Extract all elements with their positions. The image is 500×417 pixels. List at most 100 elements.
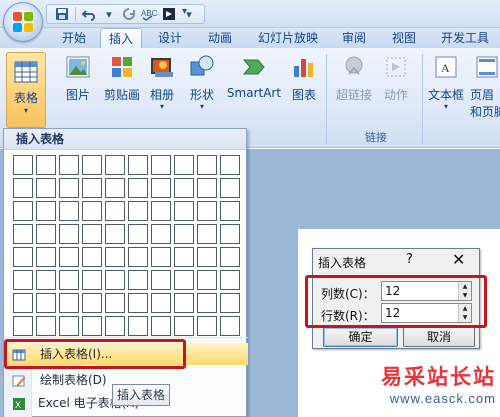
grid-cell[interactable] [197, 178, 217, 198]
table-button[interactable]: 表格 ▾ [6, 52, 46, 128]
grid-cell[interactable] [105, 178, 125, 198]
grid-cell[interactable] [220, 293, 240, 313]
grid-cell[interactable] [36, 293, 56, 313]
grid-cell[interactable] [59, 270, 79, 290]
grid-cell[interactable] [105, 224, 125, 244]
grid-cell[interactable] [220, 316, 240, 336]
grid-cell[interactable] [13, 155, 33, 175]
grid-cell[interactable] [174, 155, 194, 175]
hyperlink-button[interactable]: 超链接 [332, 54, 376, 103]
office-button[interactable] [3, 2, 43, 42]
save-icon[interactable] [53, 6, 71, 22]
grid-cell[interactable] [105, 293, 125, 313]
grid-cell[interactable] [13, 247, 33, 267]
grid-cell[interactable] [82, 316, 102, 336]
grid-cell[interactable] [197, 224, 217, 244]
grid-cell[interactable] [174, 201, 194, 221]
grid-cell[interactable] [174, 293, 194, 313]
grid-cell[interactable] [13, 178, 33, 198]
grid-cell[interactable] [59, 178, 79, 198]
grid-cell[interactable] [174, 178, 194, 198]
grid-cell[interactable] [59, 316, 79, 336]
chart-button[interactable]: 图表 [288, 54, 320, 103]
grid-cell[interactable] [151, 316, 171, 336]
shapes-button[interactable]: 形状 ▾ [186, 54, 218, 111]
grid-cell[interactable] [82, 178, 102, 198]
tab-design[interactable]: 设计 [150, 28, 190, 48]
grid-cell[interactable] [82, 155, 102, 175]
grid-cell[interactable] [59, 247, 79, 267]
grid-cell[interactable] [13, 316, 33, 336]
grid-cell[interactable] [220, 270, 240, 290]
help-button[interactable]: ? [406, 252, 413, 267]
tab-insert[interactable]: 插入 [100, 28, 142, 48]
grid-cell[interactable] [174, 247, 194, 267]
grid-cell[interactable] [59, 224, 79, 244]
grid-cell[interactable] [197, 155, 217, 175]
grid-cell[interactable] [82, 270, 102, 290]
grid-cell[interactable] [105, 201, 125, 221]
textbox-button[interactable]: A 文本框 ▾ [426, 54, 466, 111]
grid-cell[interactable] [36, 316, 56, 336]
grid-cell[interactable] [13, 201, 33, 221]
grid-cell[interactable] [36, 155, 56, 175]
grid-cell[interactable] [151, 247, 171, 267]
grid-cell[interactable] [174, 224, 194, 244]
grid-cell[interactable] [128, 224, 148, 244]
tab-review[interactable]: 审阅 [334, 28, 374, 48]
grid-cell[interactable] [36, 224, 56, 244]
grid-cell[interactable] [220, 155, 240, 175]
customize-qat-icon[interactable]: ▾ [182, 6, 187, 17]
cancel-button[interactable]: 取消 [403, 327, 475, 347]
grid-cell[interactable] [82, 201, 102, 221]
grid-cell[interactable] [174, 316, 194, 336]
grid-cell[interactable] [151, 155, 171, 175]
grid-cell[interactable] [13, 270, 33, 290]
grid-cell[interactable] [105, 316, 125, 336]
grid-cell[interactable] [220, 247, 240, 267]
grid-cell[interactable] [197, 270, 217, 290]
grid-cell[interactable] [197, 293, 217, 313]
grid-cell[interactable] [59, 201, 79, 221]
grid-cell[interactable] [220, 201, 240, 221]
album-button[interactable]: 相册 ▾ [146, 54, 178, 111]
grid-cell[interactable] [105, 270, 125, 290]
grid-cell[interactable] [174, 270, 194, 290]
presentation-icon[interactable] [160, 6, 178, 22]
grid-cell[interactable] [128, 201, 148, 221]
grid-cell[interactable] [151, 293, 171, 313]
grid-cell[interactable] [151, 201, 171, 221]
grid-cell[interactable] [128, 293, 148, 313]
table-size-grid[interactable] [13, 155, 245, 359]
grid-cell[interactable] [82, 224, 102, 244]
clipart-button[interactable]: 剪贴画 [100, 54, 144, 103]
tab-animations[interactable]: 动画 [200, 28, 240, 48]
grid-cell[interactable] [36, 270, 56, 290]
spelling-icon[interactable]: ABC [140, 6, 158, 22]
close-button[interactable]: ✕ [452, 250, 465, 269]
grid-cell[interactable] [36, 178, 56, 198]
header-footer-button[interactable]: 页眉 和页脚 [470, 54, 500, 120]
grid-cell[interactable] [197, 201, 217, 221]
grid-cell[interactable] [151, 178, 171, 198]
tab-view[interactable]: 视图 [384, 28, 424, 48]
undo-icon[interactable] [80, 6, 98, 22]
grid-cell[interactable] [36, 247, 56, 267]
tab-home[interactable]: 开始 [54, 28, 94, 48]
tab-slideshow[interactable]: 幻灯片放映 [252, 28, 324, 48]
grid-cell[interactable] [59, 155, 79, 175]
tab-developer[interactable]: 开发工具 [434, 28, 496, 48]
ok-button[interactable]: 确定 [323, 327, 398, 347]
smartart-button[interactable]: SmartArt [224, 54, 284, 100]
grid-cell[interactable] [128, 247, 148, 267]
grid-cell[interactable] [13, 224, 33, 244]
grid-cell[interactable] [128, 155, 148, 175]
grid-cell[interactable] [197, 247, 217, 267]
grid-cell[interactable] [36, 201, 56, 221]
grid-cell[interactable] [82, 293, 102, 313]
grid-cell[interactable] [105, 155, 125, 175]
grid-cell[interactable] [220, 224, 240, 244]
grid-cell[interactable] [105, 247, 125, 267]
grid-cell[interactable] [128, 178, 148, 198]
grid-cell[interactable] [128, 316, 148, 336]
